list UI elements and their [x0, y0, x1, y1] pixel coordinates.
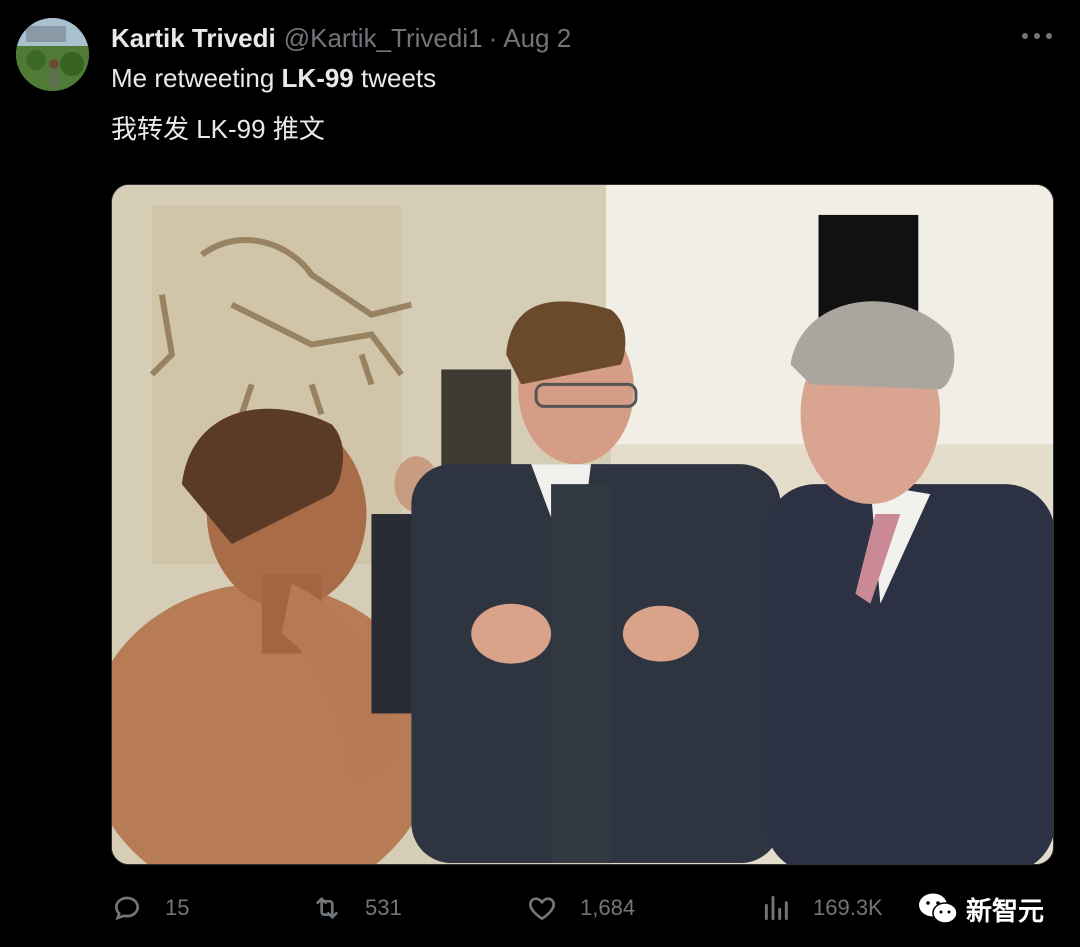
- author-name[interactable]: Kartik Trivedi: [111, 23, 276, 54]
- like-count: 1,684: [580, 895, 636, 920]
- watermark-label: 新智元: [965, 895, 1044, 926]
- retweet-icon: [316, 897, 338, 919]
- retweet-button[interactable]: 531: [311, 888, 402, 928]
- author-handle[interactable]: @Kartik_Trivedi1: [284, 23, 483, 54]
- header-separator: ·: [488, 22, 498, 53]
- like-button[interactable]: 1,684: [526, 888, 635, 928]
- avatar[interactable]: [16, 18, 89, 91]
- tweet-media-image[interactable]: [111, 184, 1054, 865]
- heart-icon: [529, 897, 555, 920]
- tweet-text-suffix: tweets: [353, 63, 437, 93]
- retweet-count: 531: [365, 895, 402, 920]
- views-button[interactable]: 169.3K: [761, 888, 883, 928]
- reply-button[interactable]: 15: [111, 888, 189, 928]
- avatar-photo: [16, 18, 89, 91]
- tweet-header: Kartik Trivedi @Kartik_Trivedi1 · Aug 2: [111, 22, 571, 54]
- tweet-translation: 我转发 LK-99 推文: [111, 114, 325, 144]
- museum-photo: [112, 185, 1053, 864]
- tweet-text: Me retweeting LK-99 tweets: [111, 62, 436, 94]
- wechat-icon: [918, 893, 958, 924]
- view-count: 169.3K: [813, 895, 883, 920]
- views-icon: [764, 895, 788, 921]
- tweet-text-bold: LK-99: [281, 63, 354, 93]
- tweet-text-prefix: Me retweeting: [111, 63, 282, 93]
- action-bar: 15 531 1,684 169.3K: [111, 888, 1041, 928]
- more-icon[interactable]: [1022, 24, 1052, 48]
- reply-count: 15: [165, 895, 190, 920]
- tweet-date[interactable]: Aug 2: [503, 23, 571, 54]
- watermark: 新智元: [918, 890, 1044, 928]
- reply-icon: [114, 896, 140, 921]
